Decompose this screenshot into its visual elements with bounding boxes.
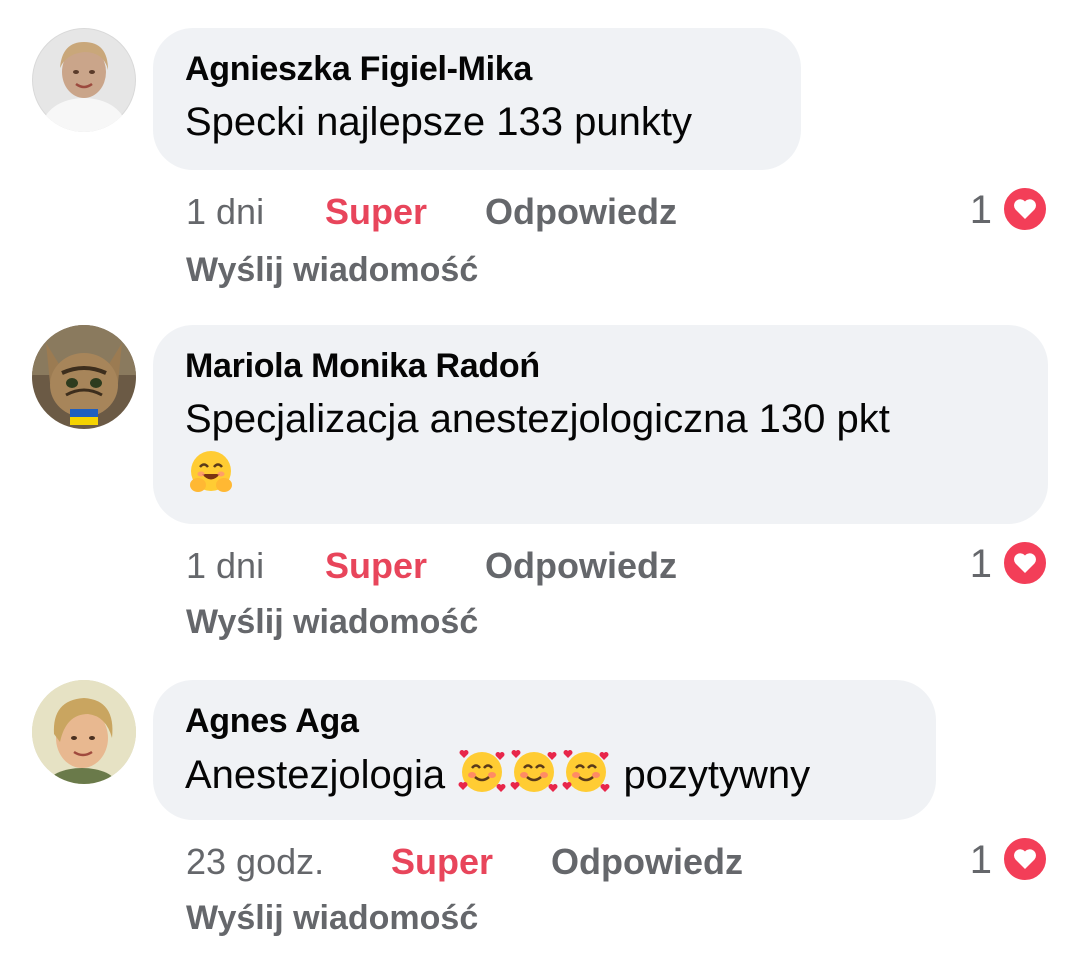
heart-icon bbox=[1002, 540, 1048, 586]
reaction-count: 1 bbox=[969, 188, 992, 232]
comment-actions: 23 godz. Super Odpowiedz bbox=[186, 838, 806, 886]
hugging-face-emoji bbox=[185, 447, 237, 499]
super-button[interactable]: Super bbox=[325, 188, 427, 236]
comment-text-emoji-line bbox=[185, 447, 1016, 504]
reply-button[interactable]: Odpowiedz bbox=[485, 542, 677, 590]
reply-button[interactable]: Odpowiedz bbox=[551, 838, 743, 886]
comment-text: Specki najlepsze 133 punkty bbox=[185, 100, 692, 144]
heart-icon bbox=[1002, 836, 1048, 882]
super-button[interactable]: Super bbox=[325, 542, 427, 590]
comment-bubble: Mariola Monika Radoń Specjalizacja anest… bbox=[153, 325, 1048, 524]
avatar[interactable] bbox=[32, 28, 136, 132]
smiling-face-with-hearts-emoji bbox=[456, 746, 508, 798]
super-button[interactable]: Super bbox=[391, 838, 493, 886]
comment-text: Specjalizacja anestezjologiczna 130 pkt bbox=[185, 397, 890, 441]
reaction-count: 1 bbox=[969, 542, 992, 586]
comment-text-end: pozytywny bbox=[623, 753, 811, 797]
comment-text-start: Anestezjologia bbox=[185, 753, 446, 797]
reply-button[interactable]: Odpowiedz bbox=[485, 188, 677, 236]
reaction-summary[interactable]: 1 bbox=[948, 186, 1048, 234]
author-name[interactable]: Mariola Monika Radoń bbox=[185, 345, 1016, 387]
smiling-face-with-hearts-emoji bbox=[508, 746, 560, 798]
comment-time[interactable]: 1 dni bbox=[186, 542, 264, 590]
comment-bubble: Agnieszka Figiel-Mika Specki najlepsze 1… bbox=[153, 28, 801, 170]
comment-bubble: Agnes Aga Anestezjologia pozytywny bbox=[153, 680, 936, 820]
send-message-button[interactable]: Wyślij wiadomość bbox=[186, 896, 478, 940]
reaction-summary[interactable]: 1 bbox=[948, 540, 1048, 588]
avatar[interactable] bbox=[32, 325, 136, 429]
reaction-count: 1 bbox=[969, 838, 992, 882]
send-message-button[interactable]: Wyślij wiadomość bbox=[186, 600, 478, 644]
author-name[interactable]: Agnes Aga bbox=[185, 700, 904, 742]
reaction-summary[interactable]: 1 bbox=[948, 836, 1048, 884]
comment-actions: 1 dni Super Odpowiedz bbox=[186, 542, 746, 590]
comment-time[interactable]: 23 godz. bbox=[186, 838, 324, 886]
avatar[interactable] bbox=[32, 680, 136, 784]
heart-icon bbox=[1002, 186, 1048, 232]
comment-time[interactable]: 1 dni bbox=[186, 188, 264, 236]
comment-actions: 1 dni Super Odpowiedz bbox=[186, 188, 746, 236]
author-name[interactable]: Agnieszka Figiel-Mika bbox=[185, 48, 769, 90]
smiling-face-with-hearts-emoji bbox=[560, 746, 612, 798]
send-message-button[interactable]: Wyślij wiadomość bbox=[186, 248, 478, 292]
comment-text: Anestezjologia pozytywny bbox=[185, 746, 904, 803]
